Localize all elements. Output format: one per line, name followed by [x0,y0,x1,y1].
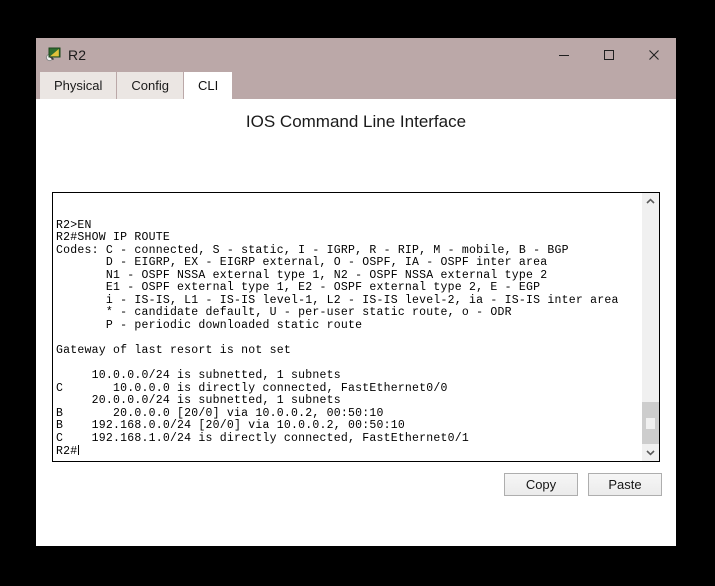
terminal-container: R2>EN R2#SHOW IP ROUTE Codes: C - connec… [52,192,660,462]
window-controls [541,38,676,72]
minimize-icon[interactable] [541,38,586,72]
tab-strip: Physical Config CLI [36,72,676,99]
terminal-scrollbar[interactable] [641,193,659,461]
tab-config[interactable]: Config [117,72,183,99]
screenshot-root: R2 Physical Config CLI IOS Command Line … [0,0,715,586]
packet-tracer-device-icon [45,47,61,63]
tab-cli[interactable]: CLI [184,72,233,99]
panel-title: IOS Command Line Interface [245,112,467,131]
action-button-row: Copy Paste [504,473,662,496]
scrollbar-thumb-grip [646,417,655,429]
terminal-cursor [78,445,80,456]
cli-tab-panel: IOS Command Line Interface R2>EN R2#SHOW… [36,99,676,546]
chevron-up-icon[interactable] [642,193,659,210]
scrollbar-thumb[interactable] [642,402,659,444]
terminal-text: R2>EN R2#SHOW IP ROUTE Codes: C - connec… [56,218,619,459]
router-cli-window: R2 Physical Config CLI IOS Command Line … [36,38,676,546]
window-titlebar[interactable]: R2 [36,38,676,72]
terminal-output-area[interactable]: R2>EN R2#SHOW IP ROUTE Codes: C - connec… [53,193,641,461]
window-title: R2 [68,47,87,63]
chevron-down-icon[interactable] [642,444,659,461]
maximize-icon[interactable] [586,38,631,72]
paste-button[interactable]: Paste [588,473,662,496]
copy-button[interactable]: Copy [504,473,578,496]
tab-physical[interactable]: Physical [40,72,117,99]
close-icon[interactable] [631,38,676,72]
